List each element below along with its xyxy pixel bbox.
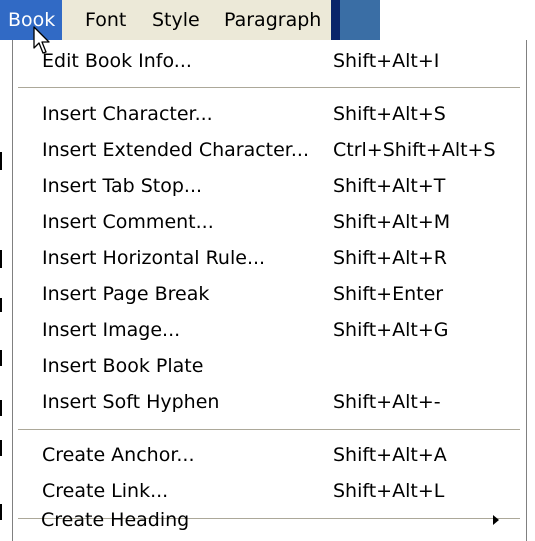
menu-item-shortcut: Shift+Alt+S: [333, 103, 446, 125]
menu-item-edit-book-info[interactable]: Edit Book Info... Shift+Alt+I: [13, 43, 525, 79]
menu-item-insert-tab-stop[interactable]: Insert Tab Stop... Shift+Alt+T: [13, 168, 525, 204]
menu-item-insert-soft-hyphen[interactable]: Insert Soft Hyphen Shift+Alt+-: [13, 384, 525, 420]
submenu-arrow-icon: [493, 515, 499, 525]
menu-item-label: Create Anchor...: [42, 444, 195, 466]
menu-item-label: Insert Tab Stop...: [42, 175, 203, 197]
menu-item-label: Insert Image...: [42, 319, 181, 341]
background-edge-marks: [0, 40, 3, 541]
menu-item-label: Insert Extended Character...: [42, 139, 309, 161]
menu-item-label: Edit Book Info...: [42, 50, 192, 72]
menu-separator: [18, 429, 520, 431]
menu-item-insert-book-plate[interactable]: Insert Book Plate: [13, 348, 525, 384]
menu-item-shortcut: Shift+Alt+G: [333, 319, 449, 341]
menu-item-label: Insert Book Plate: [42, 355, 204, 377]
menu-item-label: Create Heading: [41, 509, 190, 531]
menu-item-label: Insert Character...: [42, 103, 213, 125]
menu-paragraph[interactable]: Paragraph: [218, 0, 327, 40]
menu-item-insert-character[interactable]: Insert Character... Shift+Alt+S: [13, 96, 525, 132]
menu-item-shortcut: Shift+Alt+-: [333, 391, 441, 413]
menu-item-label: Insert Soft Hyphen: [42, 391, 220, 413]
menu-bar: Book Font Style Paragraph: [0, 0, 380, 40]
menu-item-label: Insert Horizontal Rule...: [42, 247, 266, 269]
menu-item-create-anchor[interactable]: Create Anchor... Shift+Alt+A: [13, 437, 525, 473]
menu-item-shortcut: Shift+Alt+I: [333, 50, 440, 72]
menu-font[interactable]: Font: [79, 0, 132, 40]
menu-item-shortcut: Shift+Alt+T: [333, 175, 446, 197]
menu-separator: [18, 87, 520, 89]
menu-item-insert-image[interactable]: Insert Image... Shift+Alt+G: [13, 312, 525, 348]
menu-item-insert-comment[interactable]: Insert Comment... Shift+Alt+M: [13, 204, 525, 240]
menu-item-label: Insert Page Break: [42, 283, 210, 305]
menu-item-shortcut: Shift+Alt+A: [333, 444, 447, 466]
menu-item-shortcut: Shift+Alt+M: [333, 211, 451, 233]
mouse-pointer-icon: [33, 26, 50, 54]
menu-item-label: Insert Comment...: [42, 211, 214, 233]
menu-item-shortcut: Ctrl+Shift+Alt+S: [333, 139, 496, 161]
menu-item-shortcut: Shift+Alt+R: [333, 247, 447, 269]
title-bar-strip: [340, 0, 380, 40]
menu-item-insert-extended-character[interactable]: Insert Extended Character... Ctrl+Shift+…: [13, 132, 525, 168]
menu-item-insert-horizontal-rule[interactable]: Insert Horizontal Rule... Shift+Alt+R: [13, 240, 525, 276]
book-menu-dropdown: Edit Book Info... Shift+Alt+I Insert Cha…: [12, 40, 527, 541]
menu-style[interactable]: Style: [146, 0, 206, 40]
menu-item-insert-page-break[interactable]: Insert Page Break Shift+Enter: [13, 276, 525, 312]
menu-item-create-heading[interactable]: Create Heading: [12, 502, 524, 538]
menubar-edge: [331, 0, 340, 40]
menu-item-shortcut: Shift+Enter: [333, 283, 444, 305]
